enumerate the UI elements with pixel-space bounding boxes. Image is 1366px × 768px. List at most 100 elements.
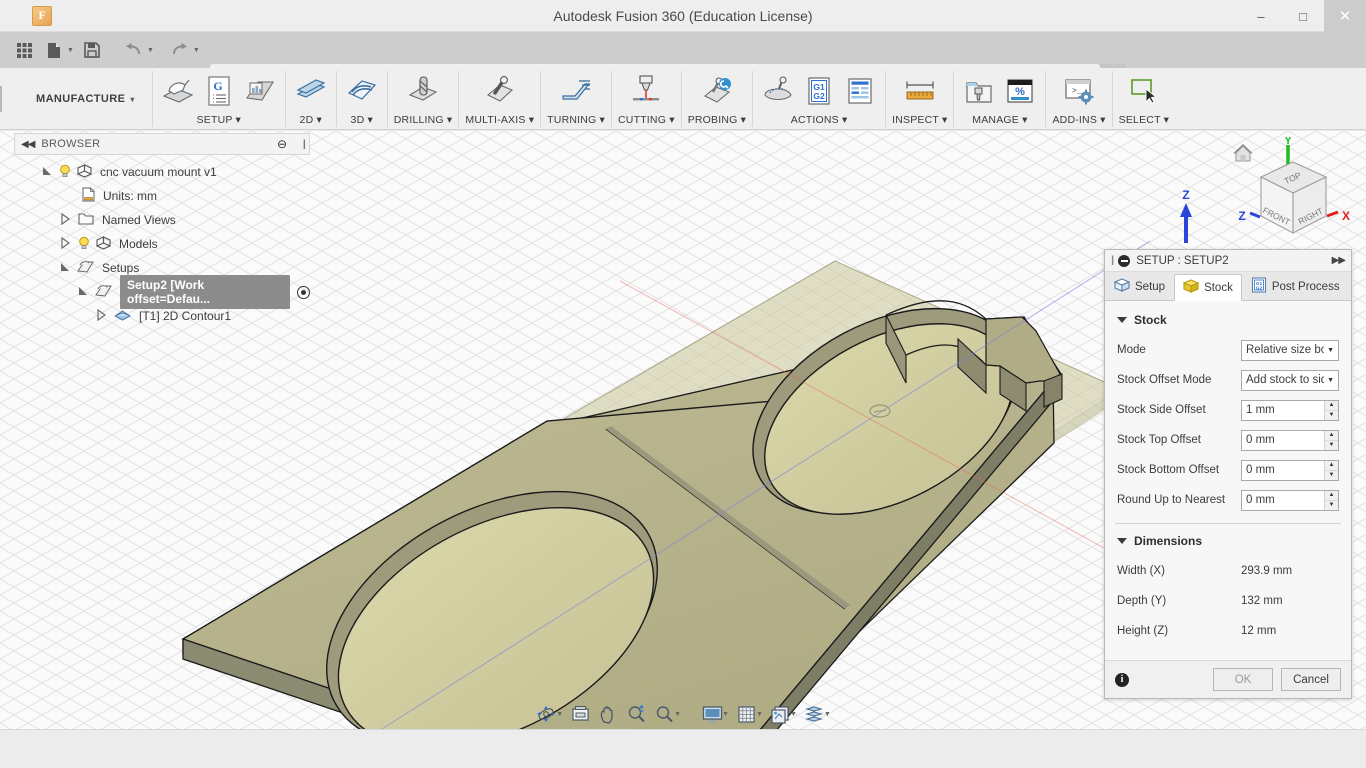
ribbon-group-label[interactable]: ADD-INS ▾	[1052, 114, 1105, 130]
lightbulb-icon[interactable]	[78, 236, 90, 253]
save-icon[interactable]	[78, 37, 106, 63]
ok-button[interactable]: OK	[1213, 668, 1273, 691]
spinner-up-icon[interactable]: ▲	[1325, 430, 1338, 441]
undo-icon[interactable]	[120, 37, 148, 63]
undo-caret-icon[interactable]: ▼	[147, 47, 154, 54]
section-header-dimensions[interactable]: Dimensions	[1105, 528, 1351, 556]
tree-item-named-views[interactable]: Named Views	[14, 208, 310, 232]
spinner-buttons[interactable]: ▲ ▼	[1324, 400, 1338, 420]
stock-offset-mode-select[interactable]: Add stock to sid... ▼	[1241, 369, 1339, 391]
drilling-icon[interactable]	[404, 72, 442, 110]
select-window-icon[interactable]	[1125, 72, 1163, 110]
turning-icon[interactable]	[557, 72, 595, 110]
info-icon[interactable]: i	[1115, 672, 1129, 687]
section-header-stock[interactable]: Stock	[1105, 307, 1351, 335]
browser-minimize-icon[interactable]: ⊖	[277, 137, 287, 151]
tab-post-process[interactable]: G1 G2 Post Process	[1242, 273, 1349, 300]
dialog-grip[interactable]: ||	[1111, 255, 1115, 266]
orbit-control[interactable]: ▼	[533, 702, 565, 726]
spinner-up-icon[interactable]: ▲	[1325, 400, 1338, 411]
dialog-header[interactable]: || SETUP : SETUP2 ▶▶	[1105, 250, 1351, 272]
tab-stock[interactable]: Stock	[1174, 274, 1242, 301]
spinner-down-icon[interactable]: ▼	[1325, 410, 1338, 420]
round-up-to-nearest-input[interactable]: 0 mm ▲ ▼	[1241, 489, 1339, 511]
folder-setup-icon[interactable]	[241, 72, 279, 110]
ribbon-group-label[interactable]: SELECT ▾	[1119, 114, 1169, 130]
post-process-icon[interactable]: G1 G2	[800, 72, 838, 110]
measure-icon[interactable]	[901, 72, 939, 110]
chevron-down-icon[interactable]: ▼	[674, 711, 681, 718]
minimize-button[interactable]: –	[1240, 0, 1282, 32]
collapse-icon[interactable]: ◀◀	[15, 139, 41, 150]
multi-axis-icon[interactable]	[481, 72, 519, 110]
chevron-down-icon[interactable]: ▼	[722, 711, 729, 718]
dialog-collapse-icon[interactable]	[1118, 254, 1131, 267]
chevron-down-icon[interactable]: ▼	[790, 711, 797, 718]
close-button[interactable]: ✕	[1324, 0, 1366, 32]
display-settings-control[interactable]: ▼	[699, 702, 731, 726]
tree-item-setup2[interactable]: Setup2 [Work offset=Defau...	[14, 275, 310, 309]
view-cube[interactable]: Y TOP FRONT RIGHT Z X	[1228, 135, 1358, 257]
ribbon-group-label[interactable]: MANAGE ▾	[972, 114, 1027, 130]
tool-library-icon[interactable]	[960, 72, 998, 110]
file-caret-icon[interactable]: ▼	[67, 47, 74, 54]
layout-grid-control[interactable]: ▼	[801, 702, 833, 726]
spinner-buttons[interactable]: ▲ ▼	[1324, 490, 1338, 510]
spinner-up-icon[interactable]: ▲	[1325, 460, 1338, 471]
spinner-down-icon[interactable]: ▼	[1325, 440, 1338, 450]
redo-caret-icon[interactable]: ▼	[193, 47, 200, 54]
mode-select[interactable]: Relative size box ▼	[1241, 339, 1339, 361]
spinner-buttons[interactable]: ▲ ▼	[1324, 460, 1338, 480]
g-code-icon[interactable]: G	[200, 72, 238, 110]
scripts-addins-icon[interactable]: >_	[1060, 72, 1098, 110]
browser-grip[interactable]: ||	[303, 139, 307, 150]
ribbon-group-label[interactable]: CUTTING ▾	[618, 114, 675, 130]
expander-closed-icon[interactable]	[60, 236, 71, 252]
setup-icon[interactable]	[159, 72, 197, 110]
lightbulb-icon[interactable]	[59, 164, 71, 181]
spinner-buttons[interactable]: ▲ ▼	[1324, 430, 1338, 450]
zoom-icon[interactable]	[623, 702, 649, 726]
grid-apps-icon[interactable]	[10, 37, 38, 63]
machining-time-icon[interactable]: %	[1001, 72, 1039, 110]
3d-toolpath-icon[interactable]	[343, 72, 381, 110]
zoom-window-control[interactable]: ▼	[651, 702, 683, 726]
setup-sheet-icon[interactable]	[841, 72, 879, 110]
stock-top-offset-input[interactable]: 0 mm ▲ ▼	[1241, 429, 1339, 451]
look-at-icon[interactable]	[567, 702, 593, 726]
tree-item-models[interactable]: Models	[14, 232, 310, 256]
workspace-switcher[interactable]: MANUFACTURE ▾	[16, 68, 151, 130]
ribbon-group-label[interactable]: DRILLING ▾	[394, 114, 453, 130]
simulate-icon[interactable]	[759, 72, 797, 110]
tab-setup[interactable]: Setup	[1105, 273, 1174, 300]
ribbon-group-label[interactable]: 2D ▾	[300, 114, 322, 130]
spinner-up-icon[interactable]: ▲	[1325, 490, 1338, 501]
chevron-down-icon[interactable]: ▼	[756, 711, 763, 718]
expander-closed-icon[interactable]	[60, 212, 71, 228]
setup-active-radio[interactable]	[297, 285, 310, 299]
expander-open-icon[interactable]	[78, 285, 88, 299]
file-icon[interactable]	[40, 37, 68, 63]
ribbon-group-label[interactable]: PROBING ▾	[688, 114, 746, 130]
ribbon-grip[interactable]	[0, 85, 2, 112]
tree-item-units[interactable]: Units: mm	[14, 184, 310, 208]
ribbon-group-label[interactable]: 3D ▾	[351, 114, 373, 130]
pan-icon[interactable]	[595, 702, 621, 726]
stock-side-offset-input[interactable]: 1 mm ▲ ▼	[1241, 399, 1339, 421]
expander-open-icon[interactable]	[42, 165, 52, 179]
spinner-down-icon[interactable]: ▼	[1325, 470, 1338, 480]
probing-icon[interactable]	[698, 72, 736, 110]
chevron-down-icon[interactable]: ▼	[556, 711, 563, 718]
ribbon-group-label[interactable]: INSPECT ▾	[892, 114, 947, 130]
maximize-button[interactable]: □	[1282, 0, 1324, 32]
expander-open-icon[interactable]	[60, 261, 70, 275]
ribbon-group-label[interactable]: MULTI-AXIS ▾	[465, 114, 534, 130]
spinner-down-icon[interactable]: ▼	[1325, 500, 1338, 510]
cutting-icon[interactable]	[627, 72, 665, 110]
ribbon-group-label[interactable]: ACTIONS ▾	[791, 114, 848, 130]
ribbon-group-label[interactable]: TURNING ▾	[547, 114, 605, 130]
chevron-down-icon[interactable]: ▼	[824, 711, 831, 718]
cancel-button[interactable]: Cancel	[1281, 668, 1341, 691]
tree-item-root[interactable]: cnc vacuum mount v1	[14, 160, 310, 184]
ribbon-group-label[interactable]: SETUP ▾	[197, 114, 241, 130]
